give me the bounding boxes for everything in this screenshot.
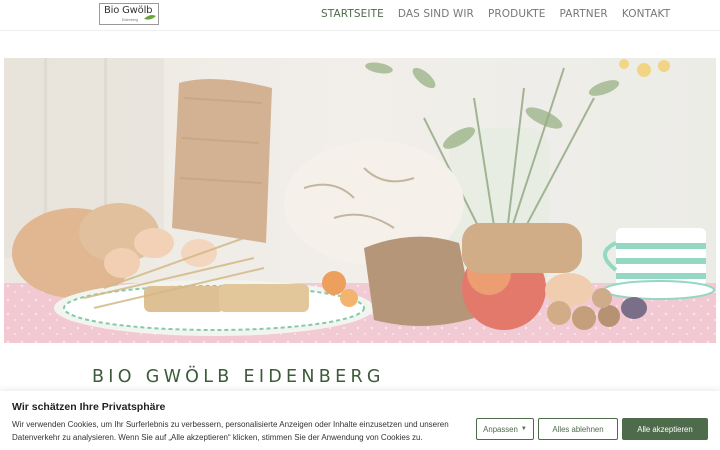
reject-all-button[interactable]: Alles ablehnen: [538, 418, 618, 440]
cookie-banner: Wir schätzen Ihre Privatsphäre Wir verwe…: [0, 391, 720, 450]
nav-item-das-sind-wir[interactable]: DAS SIND WIR: [398, 8, 474, 20]
site-header: Bio Gwölb Eidenberg STARTSEITE DAS SIND …: [0, 0, 720, 31]
leaf-icon: [144, 15, 156, 20]
nav-item-partner[interactable]: PARTNER: [560, 8, 608, 20]
nav-item-kontakt[interactable]: KONTAKT: [622, 8, 670, 20]
hero-image: [4, 58, 716, 343]
customize-label: Anpassen: [483, 424, 518, 434]
main-nav: STARTSEITE DAS SIND WIR PRODUKTE PARTNER…: [321, 8, 684, 20]
nav-item-startseite[interactable]: STARTSEITE: [321, 8, 384, 20]
cookie-title: Wir schätzen Ihre Privatsphäre: [12, 401, 166, 413]
page-title: BIO GWÖLB EIDENBERG: [92, 367, 385, 387]
logo-subtext: Eidenberg: [122, 18, 138, 22]
accept-all-button[interactable]: Alle akzeptieren: [622, 418, 708, 440]
site-logo[interactable]: Bio Gwölb Eidenberg: [99, 3, 159, 25]
customize-button[interactable]: Anpassen ▼: [476, 418, 534, 440]
bread-still-life-illustration: [4, 58, 716, 343]
cookie-text: Wir verwenden Cookies, um Ihr Surferlebn…: [12, 420, 449, 442]
nav-item-produkte[interactable]: PRODUKTE: [488, 8, 546, 20]
caret-down-icon: ▼: [520, 426, 527, 432]
